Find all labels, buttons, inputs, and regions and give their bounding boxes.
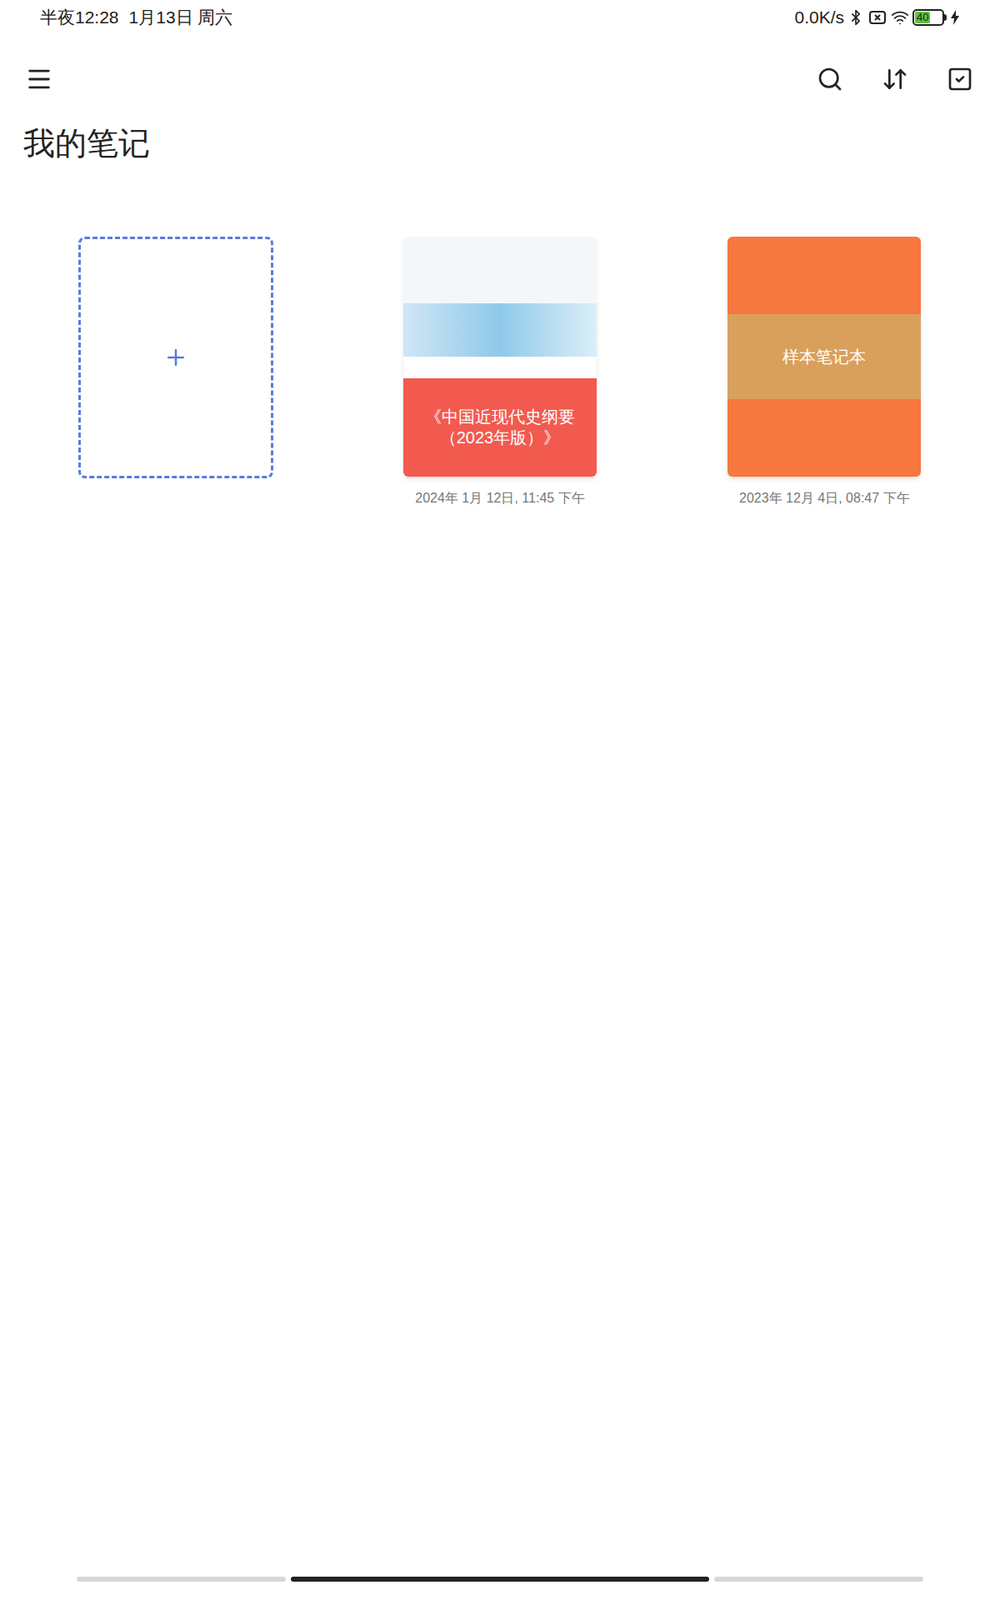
- nav-bar: [0, 1576, 1000, 1600]
- search-icon[interactable]: [816, 65, 844, 93]
- menu-icon[interactable]: [25, 65, 54, 94]
- bluetooth-icon: [847, 9, 865, 26]
- toolbar: [0, 35, 1000, 124]
- status-bar: 半夜12:28 1月13日 周六 0.0K/s 40: [0, 0, 1000, 35]
- network-speed: 0.0K/s: [794, 4, 845, 31]
- sim-icon: [867, 9, 888, 26]
- notebook-date: 2023年 12月 4日, 08:47 下午: [739, 488, 910, 509]
- notebook-cover[interactable]: 样本笔记本: [727, 236, 921, 477]
- notes-app: 半夜12:28 1月13日 周六 0.0K/s 40 我的笔记《中国近现代史纲要（202…: [0, 0, 1000, 1600]
- status-time: 半夜12:28: [40, 4, 120, 31]
- notebook-cover[interactable]: 《中国近现代史纲要（2023年版）》: [403, 236, 597, 477]
- wifi-icon: [890, 8, 910, 27]
- notebook-grid: 《中国近现代史纲要（2023年版）》 2024年 1月 12日, 11:45 下午…: [0, 236, 1000, 509]
- nav-segment[interactable]: [714, 1576, 924, 1582]
- notebook-date: 2024年 1月 12日, 11:45 下午: [415, 488, 585, 509]
- cover-photo: [403, 236, 597, 379]
- nav-segment[interactable]: [290, 1576, 710, 1582]
- notebook-title: 样本笔记本: [782, 344, 866, 370]
- notebook-card[interactable]: 《中国近现代史纲要（2023年版）》 2024年 1月 12日, 11:45 下午: [337, 236, 662, 509]
- notebook-card[interactable]: 样本笔记本 2023年 12月 4日, 08:47 下午: [662, 236, 987, 509]
- add-notebook-button[interactable]: [78, 236, 274, 479]
- status-date: 1月13日 周六: [129, 4, 234, 31]
- battery-icon: 40: [912, 9, 947, 26]
- notebook-title: 《中国近现代史纲要（2023年版）》: [413, 406, 587, 449]
- page-title: 我的笔记: [0, 123, 1000, 164]
- nav-segment[interactable]: [76, 1576, 286, 1582]
- sort-icon[interactable]: [881, 65, 909, 93]
- select-icon[interactable]: [946, 65, 974, 93]
- charging-icon: [950, 10, 960, 25]
- plus-icon: [163, 345, 189, 370]
